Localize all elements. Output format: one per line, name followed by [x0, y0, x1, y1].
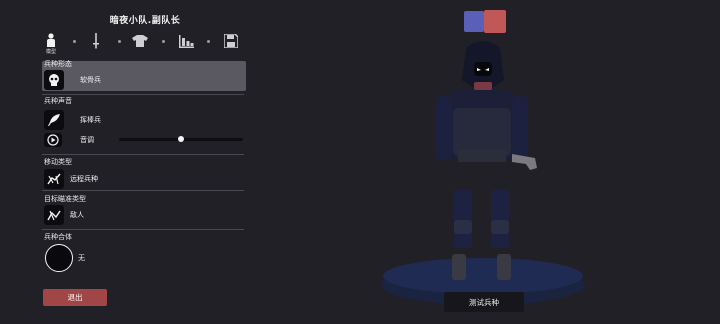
- unit-title: 暗夜小队.副队长: [109, 16, 181, 26]
- unit-figure: [436, 41, 537, 280]
- tab-save[interactable]: [224, 34, 238, 48]
- combine-section-label: 兵种合体: [44, 233, 72, 241]
- test-unit-button[interactable]: 测试兵种: [444, 292, 524, 312]
- team-blue-swatch[interactable]: [464, 11, 484, 32]
- person-icon: [47, 33, 55, 47]
- movement-select-row[interactable]: 远程兵种: [44, 169, 98, 189]
- targeting-section-label: 目标瞄准类型: [44, 195, 86, 203]
- section-divider: [42, 154, 244, 155]
- voice-value: 挥棒兵: [80, 116, 101, 124]
- voice-section-label: 兵种声音: [44, 97, 72, 105]
- movement-value: 远程兵种: [70, 175, 98, 183]
- unit-editor-panel: 暗夜小队.副队长 模型 兵种形态 软骨兵 兵种声音 挥棒兵 音调 移动类型 远程…: [0, 0, 250, 324]
- combine-slot[interactable]: [45, 244, 73, 272]
- form-select-row[interactable]: 软骨兵: [44, 70, 101, 90]
- save-icon: [224, 34, 238, 48]
- tab-separator-dot: [162, 40, 165, 43]
- combine-value: 无: [78, 254, 85, 262]
- tab-separator-dot: [207, 40, 210, 43]
- pitch-slider-knob[interactable]: [178, 136, 184, 142]
- form-section-label: 兵种形态: [44, 60, 72, 68]
- skull-icon: [44, 70, 64, 90]
- unit-preview: [381, 41, 585, 305]
- section-divider: [42, 229, 244, 230]
- tab-separator-dot: [118, 40, 121, 43]
- section-divider: [42, 94, 244, 95]
- exit-button[interactable]: 退出: [43, 289, 107, 306]
- tab-stats[interactable]: [179, 35, 194, 48]
- pitch-slider[interactable]: [119, 136, 243, 142]
- voice-select-row[interactable]: 挥棒兵: [44, 110, 101, 130]
- pitch-label: 音调: [80, 136, 94, 144]
- form-value: 软骨兵: [80, 76, 101, 84]
- play-icon[interactable]: [44, 133, 62, 147]
- movement-section-label: 移动类型: [44, 158, 72, 166]
- shirt-icon: [132, 35, 148, 47]
- tab-separator-dot: [73, 40, 76, 43]
- tab-model[interactable]: 模型: [46, 33, 56, 55]
- bar-chart-icon: [179, 35, 194, 48]
- target-unit-icon: [44, 205, 64, 225]
- feather-icon: [44, 110, 64, 130]
- sword-icon: [93, 33, 99, 49]
- targeting-select-row[interactable]: 敌人: [44, 205, 84, 225]
- pitch-row: 音调: [44, 133, 94, 147]
- team-red-swatch[interactable]: [484, 10, 506, 33]
- ranged-unit-icon: [44, 169, 64, 189]
- targeting-value: 敌人: [70, 211, 84, 219]
- tab-model-label: 模型: [46, 49, 57, 55]
- tab-weapon[interactable]: [92, 33, 100, 49]
- section-divider: [42, 190, 244, 191]
- tab-clothing[interactable]: [132, 35, 148, 47]
